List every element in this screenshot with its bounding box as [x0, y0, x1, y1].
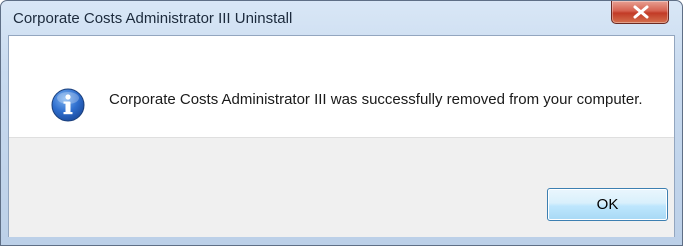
ok-button[interactable]: OK: [547, 188, 668, 221]
button-area: OK: [9, 137, 674, 237]
dialog-window: Corporate Costs Administrator III Uninst…: [0, 0, 683, 246]
title-bar[interactable]: Corporate Costs Administrator III Uninst…: [1, 1, 682, 35]
window-title: Corporate Costs Administrator III Uninst…: [13, 10, 293, 27]
close-icon: [633, 5, 649, 19]
dialog-body: Corporate Costs Administrator III was su…: [8, 35, 675, 237]
message-text: Corporate Costs Administrator III was su…: [109, 91, 643, 108]
info-icon: [51, 88, 85, 122]
close-button[interactable]: [611, 1, 669, 24]
